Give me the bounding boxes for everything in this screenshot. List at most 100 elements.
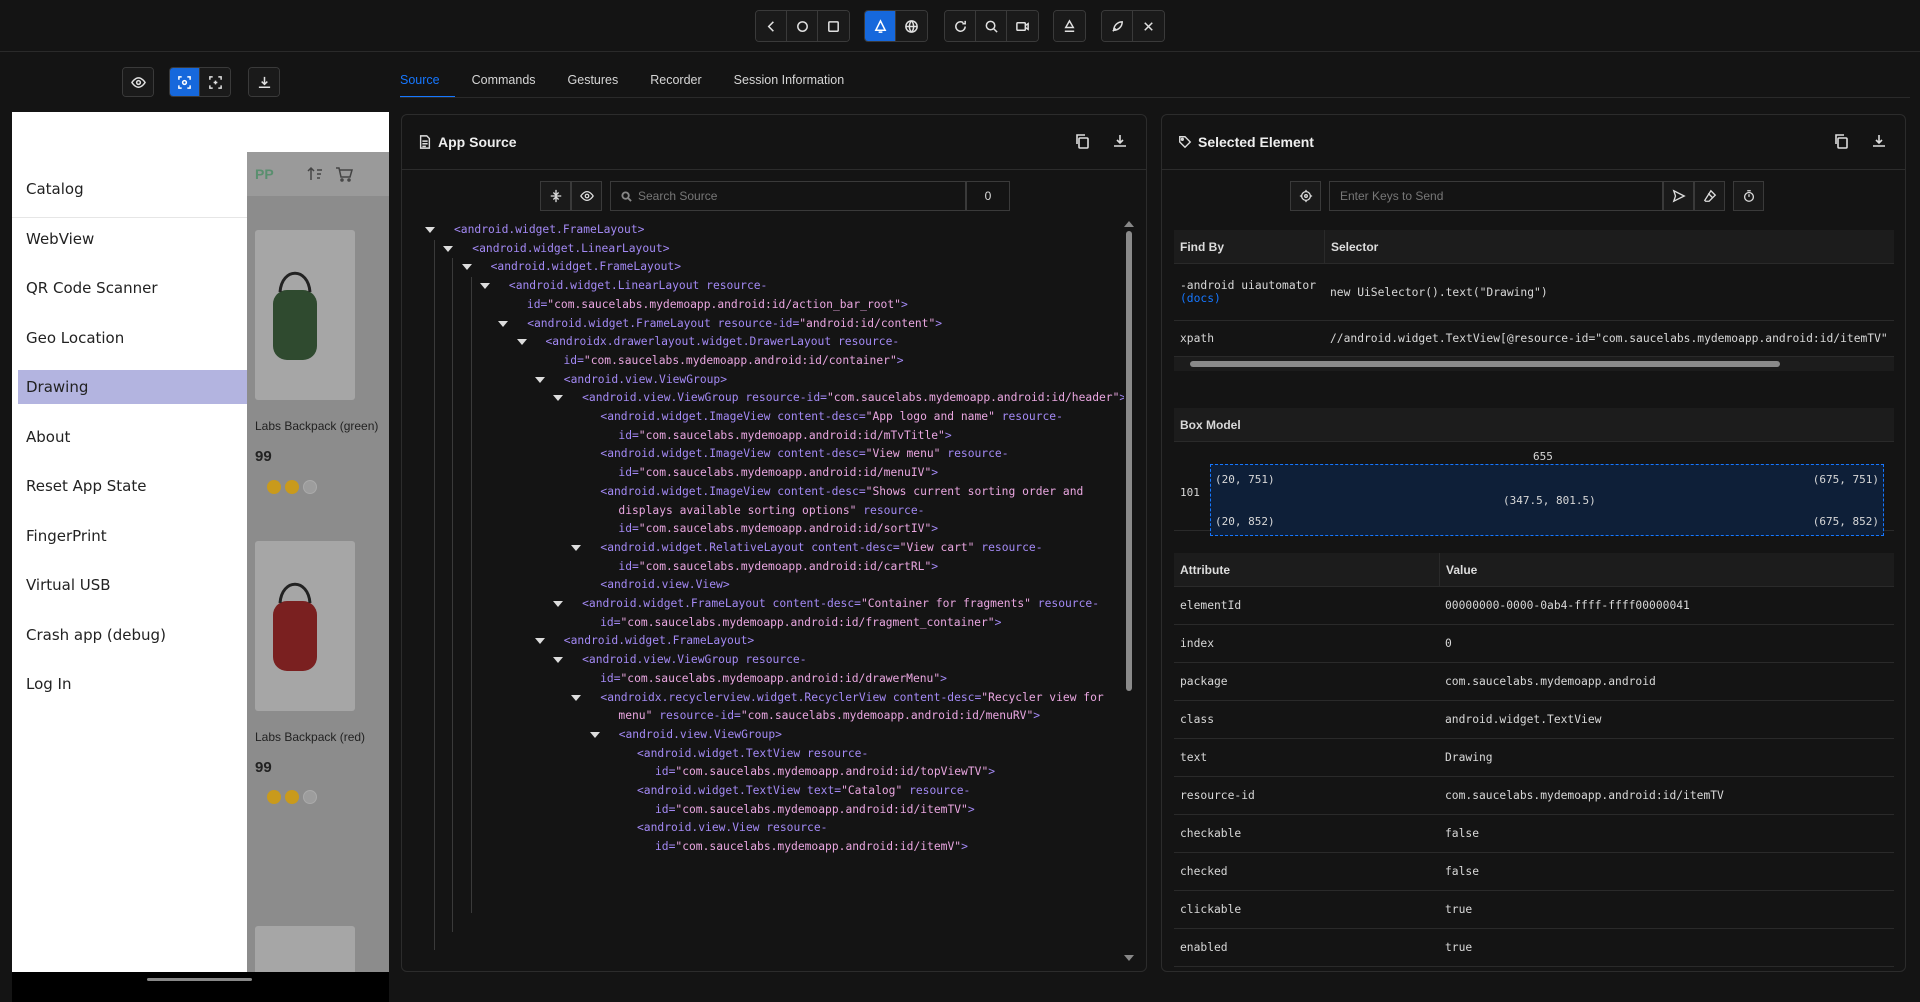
- source-node[interactable]: id="com.saucelabs.mydemoapp.android:id/f…: [600, 614, 1001, 633]
- attribute-value[interactable]: true: [1439, 929, 1894, 966]
- source-node[interactable]: <android.view.ViewGroup resource-: [582, 651, 806, 670]
- collapse-arrow-icon[interactable]: [571, 694, 582, 701]
- search-icon[interactable]: [976, 11, 1007, 41]
- source-node[interactable]: id="com.saucelabs.mydemoapp.android:id/t…: [655, 763, 995, 782]
- refresh-icon[interactable]: [945, 11, 976, 41]
- drawer-item[interactable]: Geo Location: [18, 321, 247, 355]
- source-node[interactable]: id="com.saucelabs.mydemoapp.android:id/m…: [618, 427, 951, 446]
- collapse-arrow-icon[interactable]: [553, 601, 564, 607]
- attribute-value[interactable]: android.widget.TextView: [1439, 701, 1894, 738]
- eye-refresh-icon[interactable]: [123, 68, 153, 96]
- expand-tree-icon[interactable]: [540, 181, 571, 211]
- collapse-arrow-icon[interactable]: [534, 638, 545, 645]
- tab-commands[interactable]: Commands: [472, 68, 551, 98]
- collapse-arrow-icon[interactable]: [443, 245, 454, 252]
- collapse-arrow-icon[interactable]: [589, 731, 600, 738]
- send-icon[interactable]: [1663, 181, 1694, 211]
- source-node[interactable]: id="com.saucelabs.mydemoapp.android:id/d…: [600, 670, 947, 689]
- source-node[interactable]: id="com.saucelabs.mydemoapp.android:id/a…: [527, 296, 908, 315]
- source-node[interactable]: <android.widget.ImageView content-desc="…: [600, 408, 1063, 427]
- tab-recorder[interactable]: Recorder: [650, 68, 716, 98]
- source-node[interactable]: <android.widget.LinearLayout>: [472, 240, 669, 259]
- drawer-item[interactable]: Virtual USB: [18, 568, 247, 602]
- scroll-down-icon[interactable]: [1124, 955, 1134, 961]
- close-icon[interactable]: [1133, 11, 1164, 41]
- source-node[interactable]: id="com.saucelabs.mydemoapp.android:id/c…: [618, 558, 938, 577]
- scroll-thumb[interactable]: [1126, 231, 1132, 691]
- docs-link[interactable]: (docs): [1180, 292, 1221, 305]
- source-node[interactable]: <android.widget.FrameLayout>: [454, 221, 644, 240]
- selector-value[interactable]: //android.widget.TextView[@resource-id="…: [1324, 321, 1894, 356]
- drawer-item[interactable]: Catalog: [18, 172, 247, 206]
- source-node[interactable]: <android.view.View>: [600, 576, 729, 595]
- source-node[interactable]: displays available sorting options" reso…: [618, 502, 924, 521]
- show-attributes-icon[interactable]: [571, 181, 602, 211]
- tab-session-information[interactable]: Session Information: [734, 68, 859, 98]
- web-context-icon[interactable]: [896, 11, 927, 41]
- timer-icon[interactable]: [1733, 181, 1764, 211]
- home-icon[interactable]: [787, 11, 818, 41]
- tap-element-icon[interactable]: [1290, 181, 1321, 211]
- drawer-item[interactable]: FingerPrint: [18, 519, 247, 553]
- source-node[interactable]: id="com.saucelabs.mydemoapp.android:id/c…: [564, 352, 904, 371]
- source-node[interactable]: menu" resource-id="com.saucelabs.mydemoa…: [618, 707, 1040, 726]
- source-scrollbar[interactable]: [1124, 221, 1134, 961]
- record-icon[interactable]: [1007, 11, 1038, 41]
- source-node[interactable]: <androidx.recyclerview.widget.RecyclerVi…: [600, 689, 1103, 708]
- drawer-item[interactable]: Reset App State: [18, 469, 247, 503]
- collapse-arrow-icon[interactable]: [498, 320, 509, 327]
- horizontal-scrollbar[interactable]: [1174, 357, 1894, 371]
- source-node[interactable]: <android.widget.FrameLayout>: [491, 258, 681, 277]
- attribute-value[interactable]: com.saucelabs.mydemoapp.android:id/itemT…: [1439, 777, 1894, 814]
- download-icon[interactable]: [1112, 133, 1128, 149]
- source-node[interactable]: id="com.saucelabs.mydemoapp.android:id/i…: [655, 838, 968, 857]
- native-context-icon[interactable]: [865, 11, 896, 41]
- attribute-value[interactable]: Drawing: [1439, 739, 1894, 776]
- source-node[interactable]: <android.widget.LinearLayout resource-: [509, 277, 767, 296]
- source-node[interactable]: <android.widget.FrameLayout>: [564, 632, 754, 651]
- search-source-input[interactable]: Search Source: [610, 181, 966, 211]
- drawer-item[interactable]: About: [18, 420, 247, 454]
- source-node[interactable]: <android.view.ViewGroup>: [564, 371, 727, 390]
- source-node[interactable]: id="com.saucelabs.mydemoapp.android:id/m…: [618, 464, 938, 483]
- source-node[interactable]: <android.widget.FrameLayout content-desc…: [582, 595, 1099, 614]
- drawer-item[interactable]: Drawing: [18, 370, 247, 404]
- tap-coordinates-icon[interactable]: [200, 68, 230, 96]
- source-node[interactable]: <android.widget.ImageView content-desc="…: [600, 483, 1083, 502]
- source-node[interactable]: <android.view.ViewGroup resource-id="com…: [582, 389, 1124, 408]
- collapse-arrow-icon[interactable]: [425, 227, 435, 233]
- selector-value[interactable]: new UiSelector().text("Drawing"): [1324, 264, 1894, 320]
- select-element-icon[interactable]: [170, 68, 200, 96]
- source-node[interactable]: <android.view.ViewGroup>: [619, 726, 782, 745]
- attribute-value[interactable]: true: [1439, 891, 1894, 928]
- recycle-icon[interactable]: [1054, 11, 1085, 41]
- copy-icon[interactable]: [1833, 133, 1849, 149]
- device-screenshot[interactable]: PP Labs Backpack (green) 99 Labs Backpac…: [12, 112, 389, 972]
- source-node[interactable]: <android.widget.FrameLayout resource-id=…: [527, 315, 942, 334]
- drawer-item[interactable]: Crash app (debug): [18, 618, 247, 652]
- source-node[interactable]: <android.view.View resource-: [637, 819, 827, 838]
- collapse-arrow-icon[interactable]: [553, 657, 564, 664]
- rocket-icon[interactable]: [1102, 11, 1133, 41]
- download-icon[interactable]: [249, 68, 279, 96]
- collapse-arrow-icon[interactable]: [571, 544, 582, 551]
- attribute-value[interactable]: 0: [1439, 625, 1894, 662]
- source-node[interactable]: <android.widget.TextView resource-: [637, 745, 868, 764]
- scroll-up-icon[interactable]: [1124, 221, 1134, 227]
- source-node[interactable]: id="com.saucelabs.mydemoapp.android:id/s…: [618, 520, 938, 539]
- source-node[interactable]: <android.widget.ImageView content-desc="…: [600, 445, 1008, 464]
- source-node[interactable]: <androidx.drawerlayout.widget.DrawerLayo…: [546, 333, 900, 352]
- source-node[interactable]: <android.widget.TextView text="Catalog" …: [637, 782, 970, 801]
- tab-gestures[interactable]: Gestures: [568, 68, 634, 98]
- drawer-item[interactable]: Log In: [18, 667, 247, 701]
- drawer-item[interactable]: WebView: [18, 222, 247, 256]
- source-node[interactable]: <android.widget.RelativeLayout content-d…: [600, 539, 1042, 558]
- scroll-thumb[interactable]: [1190, 361, 1780, 367]
- gesture-handle[interactable]: [147, 978, 252, 981]
- drawer-item[interactable]: QR Code Scanner: [18, 271, 247, 305]
- collapse-arrow-icon[interactable]: [516, 339, 527, 346]
- collapse-arrow-icon[interactable]: [479, 283, 490, 290]
- collapse-arrow-icon[interactable]: [461, 264, 472, 271]
- download-icon[interactable]: [1871, 133, 1887, 149]
- tab-source[interactable]: Source: [400, 68, 455, 98]
